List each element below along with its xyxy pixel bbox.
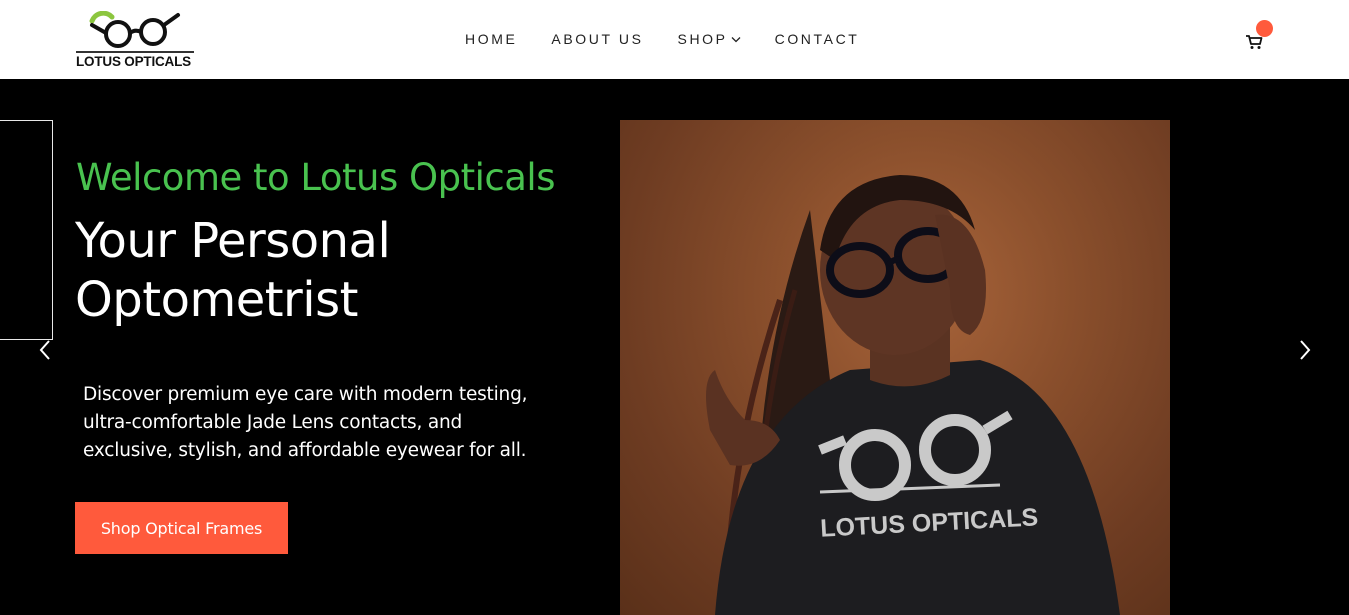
- hero-description: Discover premium eye care with modern te…: [83, 384, 528, 461]
- logo-divider: [76, 51, 194, 53]
- main-nav: HOME ABOUT US SHOP CONTACT: [465, 31, 859, 47]
- model-illustration: LOTUS OPTICALS: [706, 175, 1120, 615]
- chevron-left-icon: [39, 340, 50, 360]
- nav-shop[interactable]: SHOP: [678, 31, 741, 47]
- nav-home[interactable]: HOME: [465, 31, 517, 47]
- logo-text: LOTUS OPTICALS: [76, 54, 191, 69]
- hero-welcome: Welcome to Lotus Opticals: [76, 156, 555, 199]
- hero-headline: Your Personal Optometrist: [75, 213, 391, 328]
- hero-model-photo: LOTUS OPTICALS: [620, 120, 1170, 615]
- hero-slider: Welcome to Lotus Opticals Your Personal …: [0, 79, 1349, 615]
- chevron-down-icon: [731, 37, 741, 43]
- site-header: LOTUS OPTICALS HOME ABOUT US SHOP CONTAC…: [0, 0, 1349, 79]
- chevron-right-icon: [1300, 340, 1311, 360]
- cart-button[interactable]: [1245, 34, 1263, 50]
- nav-contact[interactable]: CONTACT: [775, 31, 860, 47]
- glasses-logo-icon: [89, 11, 180, 48]
- shop-optical-frames-button[interactable]: Shop Optical Frames: [75, 502, 288, 554]
- logo[interactable]: LOTUS OPTICALS: [76, 11, 196, 69]
- nav-shop-label: SHOP: [677, 31, 728, 47]
- cart-icon: [1246, 35, 1263, 49]
- slider-next-button[interactable]: [1295, 337, 1315, 363]
- slider-prev-button[interactable]: [36, 337, 56, 363]
- nav-about-us[interactable]: ABOUT US: [551, 31, 643, 47]
- previous-slide-frame: [0, 120, 53, 340]
